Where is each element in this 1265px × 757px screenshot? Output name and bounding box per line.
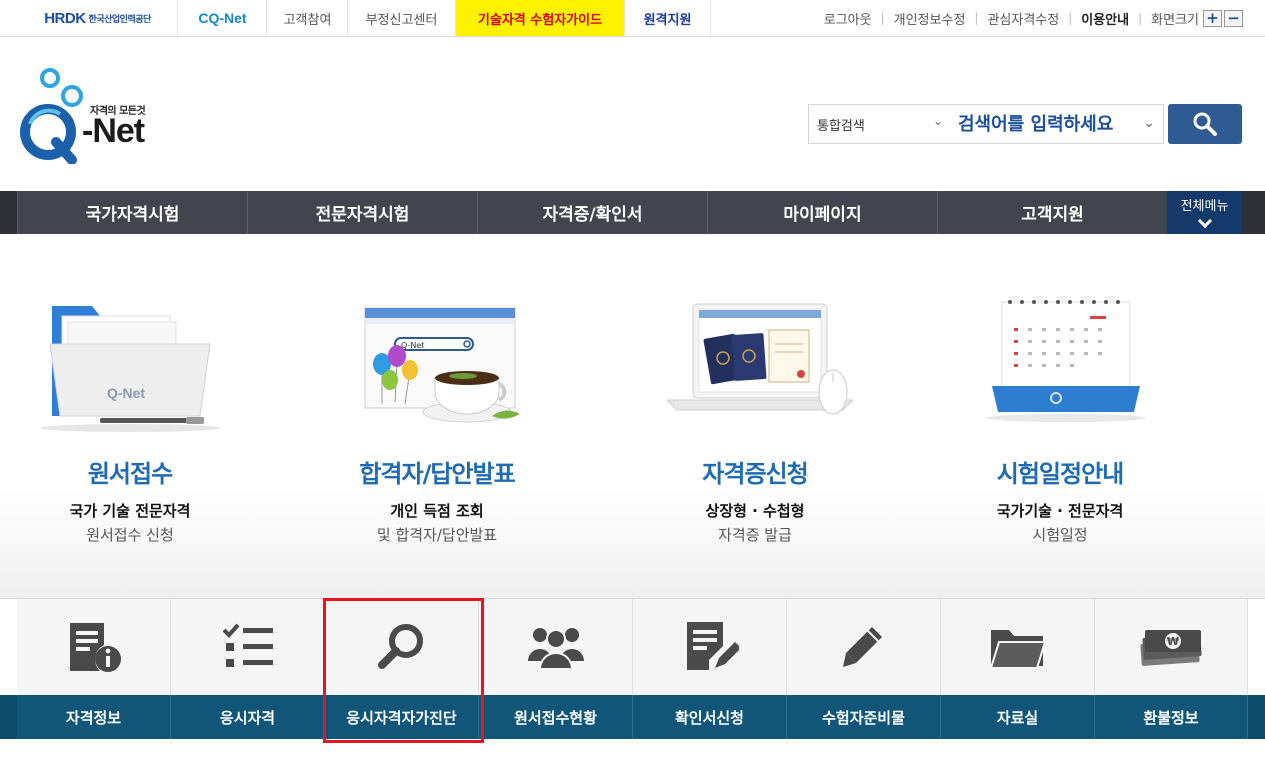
separator: | xyxy=(880,11,885,25)
search-input[interactable] xyxy=(958,105,1164,143)
browser-coffee-illustration-icon: Q-Net xyxy=(364,307,520,423)
hrdk-logo-link[interactable]: HRDK 한국산업인력공단 xyxy=(18,0,178,36)
nav-certificate[interactable]: 자격증/확인서 xyxy=(477,191,707,234)
quick-menu: 자격정보 응시자격 응시자격자가진단 원서접수현황 확인서신청 수험자준비물 자… xyxy=(0,598,1265,739)
search-scope-select[interactable]: 통합검색 ⌄ xyxy=(809,105,955,143)
users-group-icon xyxy=(527,628,584,670)
folder-icon xyxy=(989,630,1046,669)
nav-edge xyxy=(0,191,17,234)
card-title: 원서접수 xyxy=(87,460,173,488)
quick-item-label: 응시자격 xyxy=(171,695,325,739)
service-cards: Q-Net 원서접수 국가 기술 전문자격 원서접수 신청 Q-Net 합격자/… xyxy=(0,234,1265,598)
quick-item-supplies[interactable]: 수험자준비물 xyxy=(787,598,941,739)
zoom-out-button[interactable]: − xyxy=(1224,9,1243,27)
screen-size-label: 화면크기 xyxy=(1151,12,1199,28)
nav-customer-support[interactable]: 고객지원 xyxy=(937,191,1167,234)
search-icon xyxy=(1193,112,1217,136)
folder-brand-text: Q-Net xyxy=(107,385,145,401)
quick-item-icon-area xyxy=(17,599,171,695)
zoom-in-button[interactable]: + xyxy=(1203,9,1222,27)
search-button[interactable] xyxy=(1168,104,1242,144)
magnifier-icon xyxy=(377,624,423,669)
card-desc-primary: 국가기술 · 전문자격 xyxy=(996,502,1124,520)
svg-text:₩: ₩ xyxy=(1167,635,1179,648)
card-desc-secondary: 자격증 발급 xyxy=(718,526,792,544)
quick-item-label: 자료실 xyxy=(941,695,1095,739)
quick-item-refund-info[interactable]: ₩ 환불정보 xyxy=(1095,598,1248,739)
quick-item-application-status[interactable]: 원서접수현황 xyxy=(479,598,633,739)
separator: | xyxy=(974,11,979,25)
chevron-down-icon: ⌄ xyxy=(932,114,943,128)
logout-link[interactable]: 로그아웃 xyxy=(824,9,872,28)
quick-item-icon-area xyxy=(479,599,633,695)
chevron-down-icon[interactable]: ⌄ xyxy=(1143,115,1155,131)
browser-search-text: Q-Net xyxy=(401,341,424,350)
money-icon: ₩ xyxy=(1140,630,1202,666)
quick-item-icon-area xyxy=(325,599,479,695)
quick-item-icon-area xyxy=(787,599,941,695)
quick-item-label: 원서접수현황 xyxy=(479,695,633,739)
card-desc-secondary: 시험일정 xyxy=(1032,526,1088,544)
search-box: 통합검색 ⌄ ⌄ xyxy=(808,104,1164,144)
separator: | xyxy=(1068,11,1073,25)
quick-item-archive[interactable]: 자료실 xyxy=(941,598,1095,739)
quick-item-qualification-info[interactable]: 자격정보 xyxy=(17,598,171,739)
card-desc-primary: 상장형 · 수첩형 xyxy=(705,502,805,520)
quick-menu-edge xyxy=(0,695,17,739)
examinee-guide-link[interactable]: 기술자격 수험자가이드 xyxy=(456,0,625,36)
card-desc-secondary: 및 합격자/답안발표 xyxy=(376,526,498,544)
folder-illustration-icon: Q-Net xyxy=(40,306,220,432)
quick-item-confirmation-request[interactable]: 확인서신청 xyxy=(633,598,787,739)
quick-item-self-diagnosis[interactable]: 응시자격자가진단 xyxy=(325,598,479,739)
fraud-report-link[interactable]: 부정신고센터 xyxy=(348,0,456,36)
checklist-icon xyxy=(222,623,273,667)
quick-item-label: 확인서신청 xyxy=(633,695,787,739)
top-utility-bar: HRDK 한국산업인력공단 CQ-Net 고객참여 부정신고센터 기술자격 수험… xyxy=(0,0,1265,37)
remote-support-link[interactable]: 원격지원 xyxy=(625,0,711,36)
cqnet-logo-link[interactable]: CQ-Net xyxy=(179,0,267,36)
logo-text: -Net xyxy=(82,112,145,150)
cqnet-logo-mark: CQ-Net xyxy=(198,10,247,26)
laptop-certificate-illustration-icon xyxy=(665,303,855,415)
document-info-icon xyxy=(69,623,121,672)
edit-personal-info-link[interactable]: 개인정보수정 xyxy=(894,9,966,28)
hrdk-logo-mark: HRDK xyxy=(44,9,86,27)
card-desc-primary: 국가 기술 전문자격 xyxy=(69,502,191,520)
quick-item-icon-area xyxy=(941,599,1095,695)
edit-interest-link[interactable]: 관심자격수정 xyxy=(987,9,1059,28)
separator: | xyxy=(1138,11,1143,25)
quick-item-icon-area xyxy=(633,599,787,695)
quick-item-label: 자격정보 xyxy=(17,695,171,739)
card-title: 시험일정안내 xyxy=(996,460,1124,488)
pencil-icon xyxy=(842,627,882,667)
card-title: 합격자/답안발표 xyxy=(359,460,515,488)
quick-item-eligibility[interactable]: 응시자격 xyxy=(171,598,325,739)
usage-guide-link[interactable]: 이용안내 xyxy=(1081,9,1129,28)
quick-item-icon-area: ₩ xyxy=(1095,599,1248,695)
account-links: 로그아웃 | 개인정보수정 | 관심자격수정 | 이용안내 | 화면크기 + − xyxy=(824,0,1243,36)
customer-participation-link[interactable]: 고객참여 xyxy=(268,0,348,36)
nav-professional-exam[interactable]: 전문자격시험 xyxy=(247,191,477,234)
nav-national-exam[interactable]: 국가자격시험 xyxy=(17,191,247,234)
qnet-logo[interactable]: 자격의 모든것 -Net xyxy=(16,68,176,168)
quick-item-label: 수험자준비물 xyxy=(787,695,941,739)
all-menu-button[interactable]: 전체메뉴 xyxy=(1167,191,1242,234)
card-title: 자격증신청 xyxy=(702,460,808,488)
all-menu-label: 전체메뉴 xyxy=(1180,199,1229,214)
chevron-down-icon xyxy=(1197,213,1212,229)
main-navigation: 국가자격시험 전문자격시험 자격증/확인서 마이페이지 고객지원 xyxy=(0,191,1265,234)
nav-edge xyxy=(1242,191,1265,234)
calendar-illustration-icon xyxy=(986,300,1146,422)
search-scope-value: 통합검색 xyxy=(817,118,865,134)
document-edit-icon xyxy=(686,622,739,670)
card-desc-secondary: 원서접수 신청 xyxy=(86,526,174,544)
quick-menu-edge xyxy=(1248,695,1265,739)
quick-item-icon-area xyxy=(171,599,325,695)
card-desc-primary: 개인 득점 조회 xyxy=(390,502,484,520)
nav-mypage[interactable]: 마이페이지 xyxy=(707,191,937,234)
hrdk-logo-name: 한국산업인력공단 xyxy=(88,14,152,25)
quick-item-label: 응시자격자가진단 xyxy=(325,695,479,739)
quick-item-label: 환불정보 xyxy=(1095,695,1248,739)
